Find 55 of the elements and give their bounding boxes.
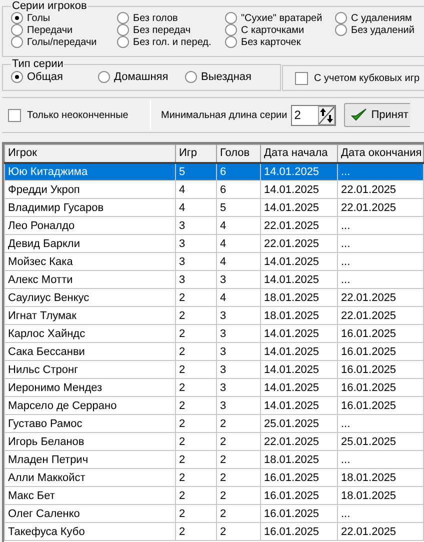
radio-option[interactable]: "Сухие" вратарей: [225, 12, 335, 24]
table-row[interactable]: Марсело де Серрано 2 3 14.01.2025 16.01.2025: [4, 396, 424, 414]
table-row[interactable]: Олег Саленко 2 2 16.01.2025 ...: [4, 504, 424, 522]
table-cell: 16.01.2025: [260, 522, 338, 540]
radio-option[interactable]: Без гол. и перед.: [117, 36, 225, 48]
column-header[interactable]: Игрок: [4, 144, 176, 162]
radio-option[interactable]: Без передач: [117, 24, 225, 36]
table-row[interactable]: Алли Маккойст 2 2 16.01.2025 18.01.2025: [4, 468, 424, 486]
radio-option[interactable]: Домашняя: [98, 71, 185, 83]
table-row[interactable]: Младен Петрич 2 2 18.01.2025 ...: [4, 450, 424, 468]
table-row[interactable]: Саулиус Венкус 2 4 18.01.2025 22.01.2025: [4, 288, 424, 306]
table-row[interactable]: Нильс Стронг 2 3 14.01.2025 16.01.2025: [4, 360, 424, 378]
min-length-field[interactable]: 2: [291, 104, 336, 126]
radio-option[interactable]: Передачи: [11, 24, 117, 36]
accept-button[interactable]: Принят: [344, 103, 410, 127]
cup-games-label: С учетом кубковых игр: [314, 72, 420, 86]
column-header[interactable]: Дата начала: [260, 144, 338, 162]
radio-option[interactable]: Без карточек: [225, 36, 335, 48]
spin-arrows-icon[interactable]: [318, 106, 336, 124]
radio-option[interactable]: Общая: [11, 71, 98, 83]
table-row[interactable]: Густаво Рамос 2 2 25.01.2025 ...: [4, 414, 424, 432]
checkbox[interactable]: [8, 108, 21, 122]
table-row[interactable]: Фредди Укроп 4 6 14.01.2025 22.01.2025: [4, 180, 424, 198]
table-row[interactable]: Игорь Беланов 2 2 22.01.2025 25.01.2025: [4, 432, 424, 450]
table-row[interactable]: Карлос Хайндс 2 3 14.01.2025 16.01.2025: [4, 324, 424, 342]
only-unfinished-label: Только неоконченные: [27, 108, 128, 122]
radio-option[interactable]: Без голов: [117, 12, 225, 24]
table-cell: 2: [176, 522, 216, 540]
table-row[interactable]: Иеронимо Мендез 2 3 14.01.2025 16.01.2025: [4, 378, 424, 396]
group-title: Тип серии: [11, 58, 64, 70]
table-row[interactable]: Девид Баркли 3 4 22.01.2025 ...: [4, 234, 424, 252]
radio-option[interactable]: С удалениям: [335, 12, 423, 24]
radio-option[interactable]: Голы/передачи: [11, 36, 117, 48]
table-row[interactable]: Игнат Тлумак 2 3 18.01.2025 22.01.2025: [4, 306, 424, 324]
checkbox[interactable]: [295, 72, 308, 84]
checkmark-icon: [351, 108, 368, 122]
table-row[interactable]: Сака Бессанви 2 3 14.01.2025 16.01.2025: [4, 342, 424, 360]
radio-option[interactable]: Без удалений: [335, 24, 423, 36]
table-row[interactable]: Владимир Гусаров 4 5 14.01.2025 22.01.2025: [4, 198, 424, 216]
table-row[interactable]: Мойзес Кака 3 4 14.01.2025 ...: [4, 252, 424, 270]
table-cell: Такефуса Кубо: [4, 522, 176, 540]
table-row[interactable]: Лео Роналдо 3 4 22.01.2025 ...: [4, 216, 424, 234]
group-title: Серии игроков: [11, 0, 88, 12]
table-row[interactable]: Макс Бет 2 2 16.01.2025 18.01.2025: [4, 486, 424, 504]
radio-option[interactable]: С карточками: [225, 24, 335, 36]
radio-option[interactable]: Голы: [11, 12, 117, 24]
table-cell: 2: [216, 522, 260, 540]
radio-option[interactable]: Выездная: [185, 71, 272, 83]
table-row[interactable]: Такефуса Кубо 2 2 16.01.2025 22.01.2025: [4, 522, 424, 540]
min-length-label: Минимальная длина серии: [161, 108, 288, 122]
column-header[interactable]: Дата окончания: [338, 144, 424, 162]
table-cell: 22.01.2025: [338, 522, 424, 540]
column-header[interactable]: Игр: [176, 144, 216, 162]
table-row[interactable]: Алекс Мотти 3 3 14.01.2025 ...: [4, 270, 424, 288]
column-header[interactable]: Голов: [216, 144, 260, 162]
